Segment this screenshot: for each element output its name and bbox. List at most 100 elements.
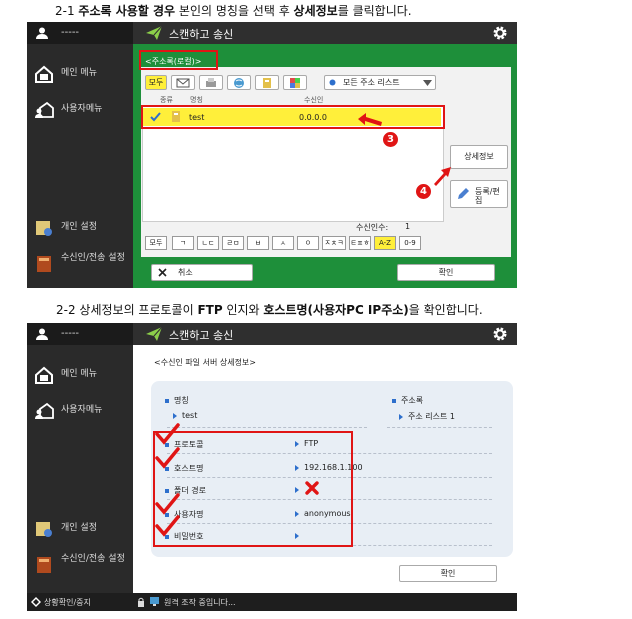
page-title: 스캔하고 송신 [169,329,234,342]
filter-fax-button[interactable] [199,75,223,90]
letter-item[interactable]: ㄴㄷ [197,236,219,250]
chevron-down-icon [423,80,432,86]
group-icon [290,78,300,88]
user-home-icon [35,101,54,118]
letter-item[interactable]: ㅈㅊㅋ [322,236,346,250]
details-button[interactable]: 상세정보 [450,145,508,169]
letter-item[interactable]: ㅇ [297,236,319,250]
letter-item[interactable]: ㅅ [272,236,294,250]
sidebar-item-user-menu[interactable]: 사용자메뉴 [27,94,133,128]
sidebar-item-main-menu[interactable]: 메인 메뉴 [27,58,133,92]
status-icon [31,597,41,607]
annotation-box [139,50,218,70]
filter-file-server-button[interactable] [255,75,279,90]
address-list-dropdown[interactable]: 모든 주소 리스트 [324,75,436,90]
register-edit-label: 등록/편집 [475,187,500,205]
sidebar-item-label: 메인 메뉴 [61,369,97,379]
caption-2: 2-2 상세정보의 프로토콜이 FTP 인지와 호스트명(사용자PC IP주소)… [56,303,483,317]
sidebar-item-label: 수신인/전송 설정 [61,253,125,263]
sidebar-item-destination-settings[interactable]: 수신인/전송 설정 [27,248,133,282]
letter-item[interactable]: ㄱ [172,236,194,250]
sidebar-item-user-menu[interactable]: 사용자메뉴 [27,395,133,429]
email-icon [176,78,190,88]
letter-item[interactable]: 0-9 [399,236,421,250]
sidebar-item-personal-settings[interactable]: 개인 설정 [27,212,133,246]
fax-icon [206,78,216,87]
annotation-marker-4: 4 [416,184,431,199]
screen-address-book: ----- 메인 메뉴 사용자메뉴 개인 설정 수신인/전송 설정 스캔하고 송… [27,22,517,288]
title-bar: 스캔하고 송신 [133,22,517,44]
status-message: 원격 조작 중입니다... [164,598,236,607]
sidebar-item-personal-settings[interactable]: 개인 설정 [27,513,133,547]
sidebar-item-label: 개인 설정 [61,222,97,232]
letter-index: 모두 ㄱ ㄴㄷ ㄹㅁ ㅂ ㅅ ㅇ ㅈㅊㅋ ㅌㅍㅎ A-Z 0-9 [145,236,445,252]
letter-item-selected[interactable]: A-Z [374,236,396,250]
page-title: 스캔하고 송신 [169,28,234,41]
send-plane-icon [146,326,163,341]
annotation-arrow [358,113,382,126]
sidebar-item-destination-settings[interactable]: 수신인/전송 설정 [27,549,133,583]
sidebar: ----- 메인 메뉴 사용자메뉴 개인 설정 수신인/전송 설정 [27,22,133,288]
user-label: ----- [61,328,80,339]
filter-email-button[interactable] [171,75,195,90]
letter-item[interactable]: ㅌㅍㅎ [349,236,371,250]
check-icon [155,423,180,445]
status-check-stop[interactable]: 상황확인/중지 [44,597,91,608]
user-bar[interactable]: ----- [27,323,133,345]
column-header-name: 명칭 [190,96,203,104]
file-server-icon [263,78,271,88]
home-icon [35,65,53,83]
user-icon [36,328,48,340]
destination-count: 1 [405,222,411,231]
cancel-label: 취소 [178,268,193,277]
personal-settings-icon [36,221,52,236]
dropdown-value: 모든 주소 리스트 [343,78,400,87]
divider [167,427,367,428]
letter-all[interactable]: 모두 [145,236,167,250]
column-header-destination: 수신인 [304,96,324,104]
annotation-box [141,105,445,129]
sidebar: ----- 메인 메뉴 사용자메뉴 개인 설정 수신인/전송 설정 [27,323,133,593]
close-icon [158,268,167,277]
sidebar-item-label: 사용자메뉴 [61,104,103,114]
user-icon [36,27,48,39]
caption-1: 2-1 주소록 사용할 경우 본인의 명칭을 선택 후 상세정보를 클릭합니다. [55,4,412,18]
status-bar: 상황확인/중지 원격 조작 중입니다... [27,593,517,611]
filter-internet-fax-button[interactable] [227,75,251,90]
globe-icon [234,78,244,88]
sidebar-item-label: 수신인/전송 설정 [61,554,125,564]
user-label: ----- [61,27,80,38]
name-value: test [173,411,197,420]
screen-details: ----- 메인 메뉴 사용자메뉴 개인 설정 수신인/전송 설정 스캔하고 송… [27,323,517,611]
sidebar-item-label: 개인 설정 [61,523,97,533]
check-icon [155,493,180,515]
register-edit-button[interactable]: 등록/편집 [450,180,508,208]
user-bar[interactable]: ----- [27,22,133,44]
address-book-icon [37,557,51,573]
edit-pencil-icon [458,188,469,199]
remote-icon [150,597,159,606]
user-home-icon [35,402,54,419]
title-bar: 스캔하고 송신 [133,323,517,345]
ok-button[interactable]: 확인 [399,565,497,582]
name-label: 명칭 [165,395,189,406]
send-plane-icon [146,25,163,40]
gear-icon[interactable] [491,24,509,42]
gear-icon[interactable] [491,325,509,343]
annotation-marker-3: 3 [383,132,398,147]
filter-all-button[interactable]: 모두 [145,75,167,90]
personal-settings-icon [36,522,52,537]
address-book-icon [37,256,51,272]
filter-group-button[interactable] [283,75,307,90]
panel-title: <수신인 파일 서버 상세정보> [154,358,256,367]
check-icon [155,515,180,537]
destination-count-label: 수신인수: [356,223,389,232]
home-icon [35,366,53,384]
sidebar-item-label: 메인 메뉴 [61,68,97,78]
check-icon [155,447,180,469]
letter-item[interactable]: ㄹㅁ [222,236,244,250]
letter-item[interactable]: ㅂ [247,236,269,250]
ok-button[interactable]: 확인 [397,264,495,281]
sidebar-item-main-menu[interactable]: 메인 메뉴 [27,359,133,393]
address-book-value: 주소 리스트 1 [399,411,455,422]
